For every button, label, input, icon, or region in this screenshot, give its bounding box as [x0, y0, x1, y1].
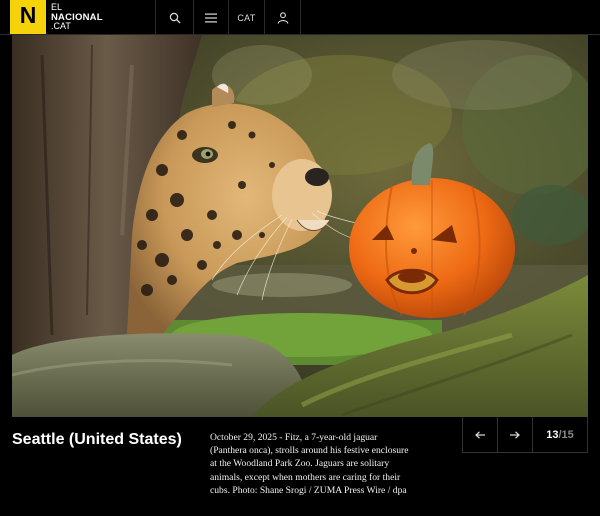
- search-icon: [169, 12, 180, 23]
- language-button[interactable]: CAT: [228, 0, 264, 35]
- logo-line-3: .CAT: [51, 21, 71, 31]
- logo-wordmark[interactable]: EL NACIONAL .CAT: [51, 2, 103, 32]
- photo-location: Seattle (United States): [12, 431, 182, 448]
- gallery-photo[interactable]: [12, 35, 588, 417]
- search-button[interactable]: [155, 0, 193, 35]
- photo-description: October 29, 2025 - Fitz, a 7-year-old ja…: [210, 432, 409, 496]
- next-photo-button[interactable]: [497, 417, 532, 453]
- menu-button[interactable]: [193, 0, 228, 35]
- arrow-left-icon: [475, 430, 485, 439]
- jaguar-photo-illustration: [12, 35, 588, 417]
- site-header: N EL NACIONAL .CAT CAT: [0, 0, 600, 35]
- logo-mark[interactable]: N: [10, 0, 46, 34]
- account-button[interactable]: [264, 0, 301, 35]
- user-icon: [277, 11, 288, 24]
- caption-panel: Seattle (United States) October 29, 2025…: [0, 417, 600, 516]
- previous-photo-button[interactable]: [462, 417, 497, 453]
- total-photo-count: 15: [561, 428, 574, 441]
- language-label: CAT: [237, 12, 256, 23]
- hamburger-icon: [205, 13, 217, 22]
- photo-counter: 13/15: [532, 417, 588, 453]
- arrow-right-icon: [510, 430, 520, 439]
- logo-letter: N: [19, 2, 37, 28]
- current-photo-number: 13: [546, 428, 559, 441]
